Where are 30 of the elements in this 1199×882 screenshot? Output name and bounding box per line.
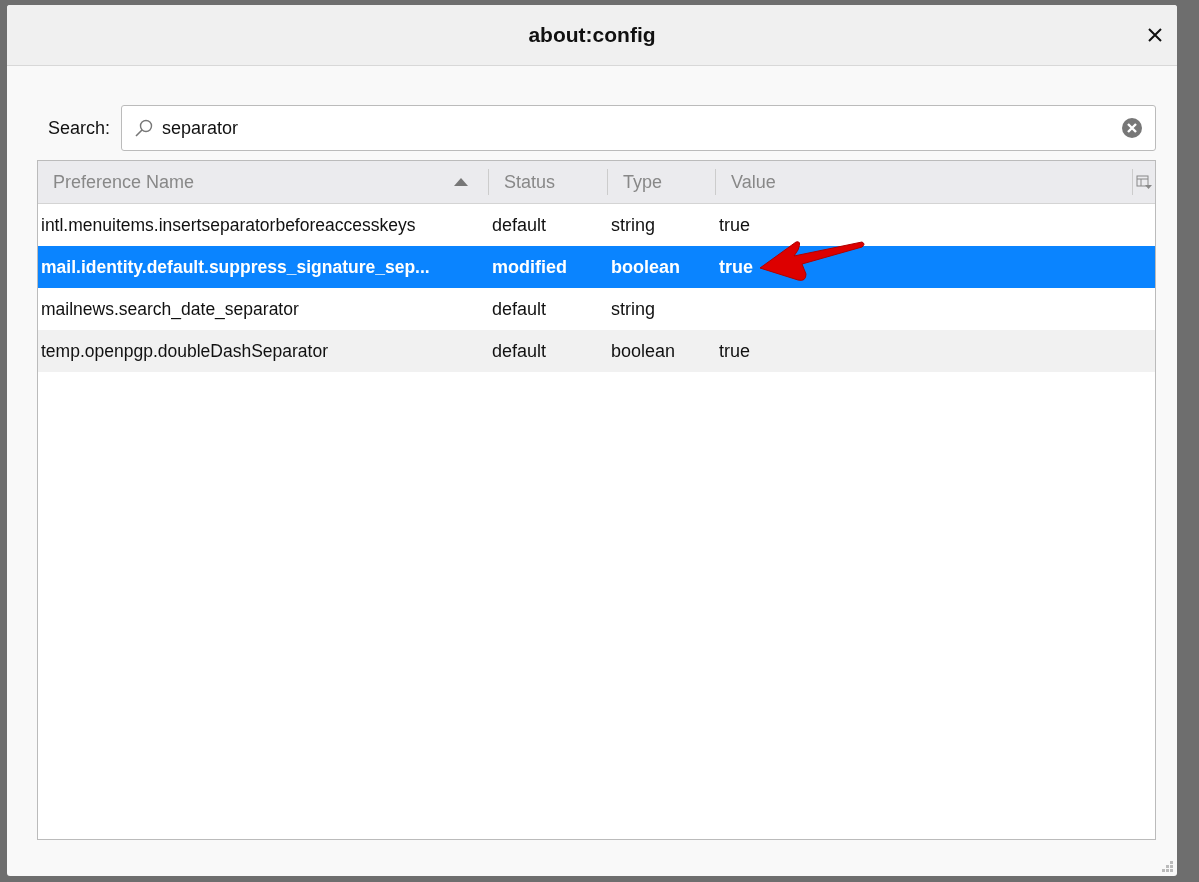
type-cell-text: string (610, 214, 656, 236)
preference-name: temp.openpgp.doubleDashSeparator (40, 340, 329, 362)
window-title: about:config (528, 23, 656, 47)
value-cell: true (719, 214, 751, 235)
resize-grip-icon[interactable] (1162, 861, 1174, 873)
close-icon (1147, 27, 1163, 43)
sort-ascending-icon (454, 178, 468, 186)
preference-name: intl.menuitems.insertseparatorbeforeaccesskeys (40, 214, 417, 236)
status-cell-text: default (491, 340, 548, 362)
search-label: Search: (48, 117, 111, 139)
status-cell-text: default (491, 214, 548, 236)
value-cell: true (719, 340, 751, 361)
preference-name: mailnews.search_date_separator (40, 298, 300, 320)
column-header[interactable]: Status (489, 169, 608, 195)
column-header[interactable]: Preference Name (38, 169, 489, 195)
type-cell-text: boolean (610, 256, 681, 278)
column-header[interactable]: Value (716, 169, 1133, 195)
preference-row[interactable]: mail.identity.default.suppress_signature_sep... modified boolean true (38, 246, 1155, 288)
preference-name: mail.identity.default.suppress_signature_sep... (40, 256, 431, 278)
value-cell: true (719, 256, 753, 277)
column-picker-icon[interactable] (1136, 174, 1152, 190)
clear-icon[interactable] (1121, 117, 1143, 139)
status-cell-text: modified (491, 256, 568, 278)
type-cell-text: boolean (610, 340, 677, 362)
preference-row[interactable]: temp.openpgp.doubleDashSeparator default boolean true (38, 330, 1155, 372)
search-field[interactable]: separator (121, 105, 1156, 151)
type-cell-text: string (610, 298, 656, 320)
status-cell-text: default (491, 298, 548, 320)
search-icon (134, 118, 155, 138)
column-header[interactable]: Type (608, 169, 716, 195)
